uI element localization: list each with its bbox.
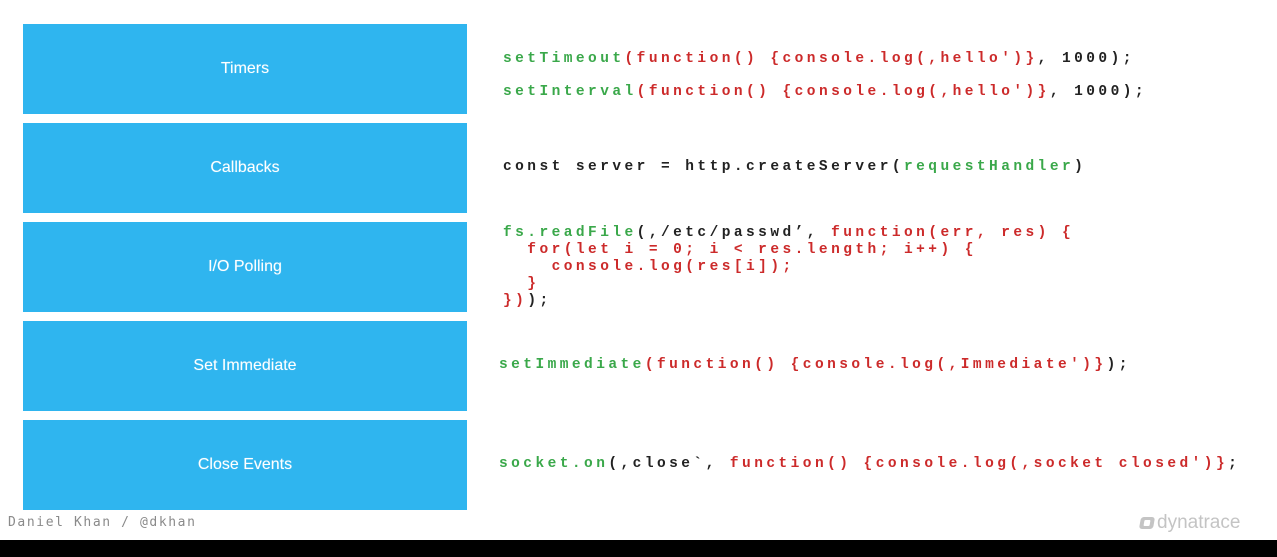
- phase-label: Callbacks: [210, 159, 280, 176]
- code-token: (function() {console.log(,Immediate')}: [644, 357, 1107, 373]
- code-callbacks: const server = http.createServer(request…: [503, 159, 1086, 176]
- code-token: , 1000);: [1037, 51, 1135, 67]
- dynatrace-logo-icon: [1138, 517, 1156, 529]
- phase-label: Close Events: [197, 456, 293, 473]
- phase-label: Set Immediate: [193, 357, 297, 374]
- letterbox-bar: [0, 540, 1277, 557]
- code-token: ): [1074, 159, 1087, 175]
- code-line: for(let i = 0; i < res.length; i++) {: [503, 242, 1074, 259]
- code-token: for(let i = 0; i < res.length; i++) {: [503, 242, 977, 258]
- footer-author: Daniel Khan / @dkhan: [8, 515, 197, 530]
- code-token: setInterval: [503, 84, 637, 100]
- code-token: }: [503, 276, 540, 292]
- code-timers: setTimeout(function() {console.log(,hell…: [503, 43, 1147, 109]
- code-token: );: [527, 293, 552, 309]
- code-line: setInterval(function() {console.log(,hel…: [503, 76, 1147, 109]
- code-token: (,/etc/passwd’,: [636, 225, 832, 241]
- code-token: requestHandler: [904, 159, 1075, 175]
- phase-label: I/O Polling: [208, 258, 282, 275]
- phase-close-events: Close Events: [23, 420, 467, 510]
- dynatrace-logo: dynatrace: [1138, 512, 1241, 534]
- code-token: );: [1106, 357, 1131, 373]
- code-token: (function() {console.log(,hello')}: [636, 84, 1050, 100]
- code-token: function() {console.log(,socket closed')…: [729, 456, 1229, 472]
- code-token: (,close`,: [608, 456, 730, 472]
- logo-text: dynatrace: [1157, 512, 1241, 533]
- code-line: fs.readFile(,/etc/passwd’, function(err,…: [503, 225, 1074, 242]
- code-token: setTimeout: [503, 51, 625, 67]
- phase-io-polling: I/O Polling: [23, 222, 467, 312]
- code-token: const server = http.createServer(: [503, 159, 904, 175]
- code-token: ;: [1228, 456, 1241, 472]
- code-line: setTimeout(function() {console.log(,hell…: [503, 43, 1147, 76]
- code-token: console.log(res[i]);: [503, 259, 795, 275]
- code-line: socket.on(,close`, function() {console.l…: [499, 456, 1240, 473]
- code-token: (function() {console.log(,hello')}: [624, 51, 1038, 67]
- code-close-events: socket.on(,close`, function() {console.l…: [499, 456, 1240, 473]
- code-set-immediate: setImmediate(function() {console.log(,Im…: [499, 357, 1131, 374]
- code-line: setImmediate(function() {console.log(,Im…: [499, 357, 1131, 374]
- code-token: socket.on: [499, 456, 609, 472]
- phase-timers: Timers: [23, 24, 467, 114]
- code-token: , 1000);: [1049, 84, 1148, 100]
- code-token: setImmediate: [499, 357, 645, 373]
- phase-set-immediate: Set Immediate: [23, 321, 467, 411]
- code-line: console.log(res[i]);: [503, 259, 1074, 276]
- code-line: }: [503, 276, 1074, 293]
- phase-label: Timers: [220, 60, 270, 77]
- code-token: function(err, res) {: [831, 225, 1075, 241]
- code-line: }));: [503, 293, 1074, 310]
- code-line: const server = http.createServer(request…: [503, 159, 1086, 176]
- code-token: }): [503, 293, 528, 309]
- phase-callbacks: Callbacks: [23, 123, 467, 213]
- code-token: fs.readFile: [503, 225, 637, 241]
- code-io-polling: fs.readFile(,/etc/passwd’, function(err,…: [503, 225, 1074, 310]
